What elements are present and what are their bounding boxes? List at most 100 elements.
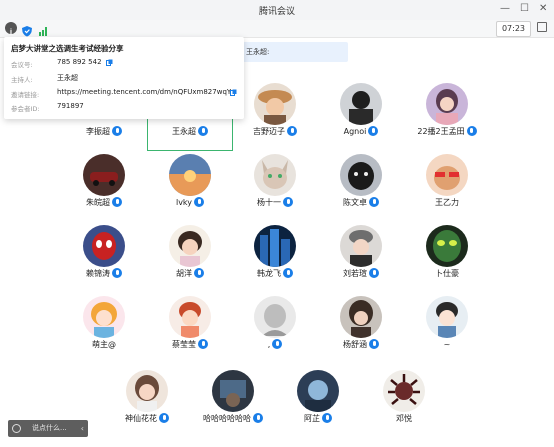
participant-name-row: 赖锦涛: [61, 268, 147, 279]
copy-icon[interactable]: [230, 89, 237, 96]
avatar: [169, 225, 211, 267]
participant-tile[interactable]: 杨舒涵: [318, 296, 404, 362]
participant-id-value: 791897: [57, 102, 84, 110]
participant-name: 胡洋: [176, 269, 192, 278]
avatar: [83, 296, 125, 338]
participant-tile[interactable]: 胡洋: [147, 225, 233, 291]
participant-tile[interactable]: 韩龙飞: [232, 225, 318, 291]
participant-tile[interactable]: 朱皖超: [61, 154, 147, 220]
chat-input[interactable]: 说点什么... ‹: [8, 420, 88, 437]
participant-name-row: 刘若瑄: [318, 268, 404, 279]
participant-name-row: 神仙花花: [104, 413, 190, 424]
participant-tile[interactable]: 刘若瑄: [318, 225, 404, 291]
microphone-icon: [253, 413, 263, 423]
participant-tile[interactable]: 阿芷: [275, 370, 361, 436]
avatar: [426, 154, 468, 196]
avatar: [340, 83, 382, 125]
avatar: [169, 296, 211, 338]
participant-tile[interactable]: 赖锦涛: [61, 225, 147, 291]
avatar: [254, 225, 296, 267]
participant-tile[interactable]: 卜仕豪: [404, 225, 490, 291]
avatar: [426, 296, 468, 338]
participant-tile[interactable]: lvky: [147, 154, 233, 220]
avatar: [383, 370, 425, 412]
invite-link-label: 邀请链接:: [11, 91, 40, 99]
chevron-left-icon[interactable]: ‹: [81, 420, 84, 437]
participant-name-row: 萌主@: [61, 339, 147, 350]
participant-tile[interactable]: ~: [404, 296, 490, 362]
participant-name: 刘若瑄: [343, 269, 367, 278]
participant-name-row: ,: [232, 339, 318, 350]
microphone-icon: [369, 268, 379, 278]
host-value: 王永超: [57, 74, 78, 82]
participant-tile[interactable]: 22播2王孟田: [404, 83, 490, 149]
participant-name: 卜仕豪: [435, 269, 459, 278]
participant-name-row: 朱皖超: [61, 197, 147, 208]
avatar: [254, 296, 296, 338]
emoji-icon[interactable]: [12, 424, 21, 433]
microphone-icon: [283, 197, 293, 207]
microphone-icon: [194, 268, 204, 278]
microphone-icon: [112, 126, 122, 136]
avatar: [212, 370, 254, 412]
minimize-button[interactable]: —: [500, 3, 510, 14]
signal-icon[interactable]: [37, 22, 49, 36]
participant-tile[interactable]: ,: [232, 296, 318, 362]
participant-name-row: 陈文卓: [318, 197, 404, 208]
microphone-icon: [287, 126, 297, 136]
participant-tile[interactable]: 蔡莹莹: [147, 296, 233, 362]
avatar: [254, 83, 296, 125]
meeting-timer: 07:23: [495, 21, 531, 37]
info-icon[interactable]: i: [5, 22, 17, 37]
meeting-id-value: 785 892 542: [57, 58, 102, 66]
fullscreen-icon[interactable]: [537, 22, 547, 32]
participant-name-row: 邓悦: [361, 413, 447, 424]
shield-icon[interactable]: [21, 22, 33, 37]
avatar: [169, 154, 211, 196]
participant-tile[interactable]: 王乙力: [404, 154, 490, 220]
microphone-icon: [194, 197, 205, 207]
participant-tile[interactable]: 神仙花花: [104, 370, 190, 436]
microphone-icon: [466, 126, 477, 136]
copy-icon[interactable]: [106, 59, 113, 66]
microphone-icon: [322, 413, 332, 423]
svg-text:i: i: [10, 28, 12, 37]
participant-tile[interactable]: 吉野迈子: [232, 83, 318, 149]
microphone-icon: [369, 339, 379, 349]
participant-tile[interactable]: 哈哈哈哈哈哈: [190, 370, 276, 436]
participant-tile[interactable]: 邓悦: [361, 370, 447, 436]
participant-tile[interactable]: Agnoi: [318, 83, 404, 149]
microphone-icon: [112, 268, 122, 278]
participant-name-row: 王永超: [147, 126, 233, 137]
participant-name-row: 杨十一: [232, 197, 318, 208]
participant-name-row: 吉野迈子: [232, 126, 318, 137]
participant-tile[interactable]: 杨十一: [232, 154, 318, 220]
avatar: [340, 296, 382, 338]
participant-name: 阿芷: [304, 414, 320, 423]
participant-name-row: 李振超: [61, 126, 147, 137]
maximize-button[interactable]: ☐: [520, 3, 529, 14]
avatar: [83, 154, 125, 196]
invite-link-value[interactable]: https://meeting.tencent.com/dm/nQFUxm827…: [57, 88, 231, 96]
host-label: 主持人:: [11, 76, 33, 84]
speaking-banner: 王永超:: [240, 42, 348, 62]
avatar: [340, 225, 382, 267]
participant-name: 蔡莹莹: [172, 340, 196, 349]
participant-name: 赖锦涛: [86, 269, 110, 278]
meeting-id-label: 会议号:: [11, 61, 33, 69]
close-button[interactable]: ✕: [539, 3, 547, 14]
participant-name: 邓悦: [396, 414, 412, 423]
participant-tile[interactable]: 陈文卓: [318, 154, 404, 220]
participant-name-row: 阿芷: [275, 413, 361, 424]
participant-name: lvky: [175, 198, 193, 207]
participant-tile[interactable]: 萌主@: [61, 296, 147, 362]
banner-text: 王永超:: [246, 48, 270, 56]
participant-name: 朱皖超: [86, 198, 110, 207]
participant-name-row: 哈哈哈哈哈哈: [190, 413, 276, 424]
participant-name-row: Agnoi: [318, 126, 404, 137]
microphone-icon: [368, 126, 379, 136]
participant-id-label: 参会者ID:: [11, 105, 40, 113]
top-toolbar: i 07:23: [0, 20, 554, 38]
participant-name: 杨十一: [257, 198, 281, 207]
avatar: [340, 154, 382, 196]
